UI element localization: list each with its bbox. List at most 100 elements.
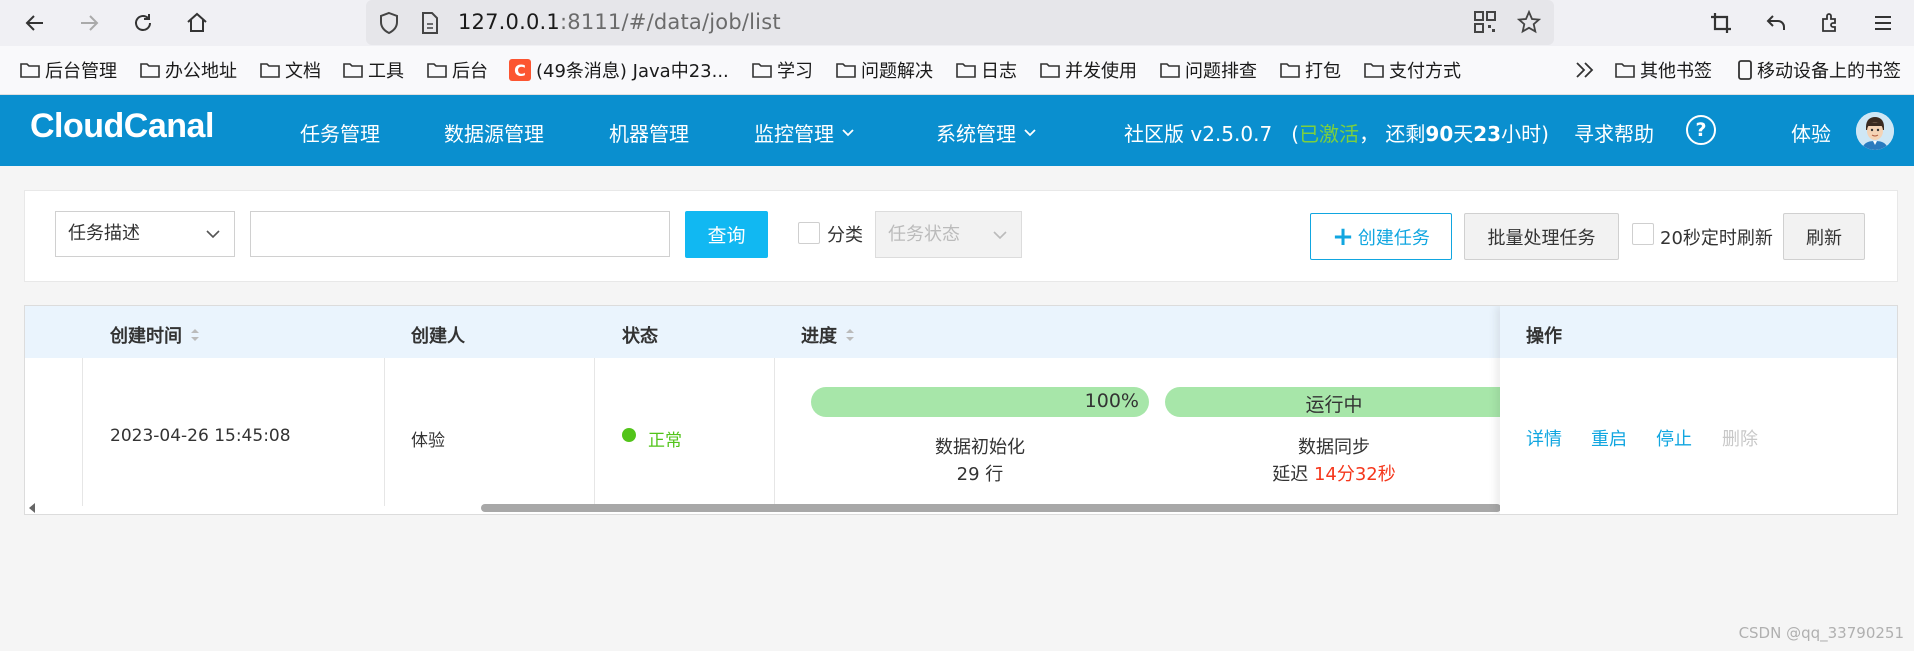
menu-label: 系统管理 xyxy=(936,122,1016,146)
auto-refresh-checkbox[interactable] xyxy=(1632,223,1654,245)
version-text: 社区版 v2.5.0.7 xyxy=(1124,122,1273,146)
column-progress[interactable]: 进度 xyxy=(801,322,855,348)
menu-icon[interactable] xyxy=(1868,8,1898,38)
bookmark-label: 移动设备上的书签 xyxy=(1757,61,1901,82)
bookmark-label: 并发使用 xyxy=(1065,61,1137,82)
column-creator: 创建人 xyxy=(411,322,465,348)
column-divider xyxy=(594,358,595,506)
bookmark-label: 问题解决 xyxy=(861,61,933,82)
sort-icon[interactable] xyxy=(845,327,855,343)
back-icon[interactable] xyxy=(20,8,50,38)
folder-icon xyxy=(1040,63,1060,78)
create-task-label: 创建任务 xyxy=(1357,227,1430,249)
bookmark-item[interactable]: 后台 xyxy=(427,59,488,82)
shield-icon[interactable] xyxy=(378,11,400,39)
bookmark-label: 后台管理 xyxy=(45,61,117,82)
chevron-down-icon xyxy=(993,231,1007,240)
remaining-days: 90 xyxy=(1425,122,1454,146)
menu-system-management[interactable]: 系统管理 xyxy=(936,118,1036,147)
category-checkbox[interactable] xyxy=(798,222,820,244)
folder-icon xyxy=(140,63,160,78)
sort-icon[interactable] xyxy=(190,327,200,343)
url-text[interactable]: 127.0.0.1:8111/#/data/job/list xyxy=(458,10,781,34)
folder-icon xyxy=(1280,63,1300,78)
mobile-bookmarks[interactable]: 移动设备上的书签 xyxy=(1738,59,1901,82)
bookmark-label: 办公地址 xyxy=(165,61,237,82)
folder-icon xyxy=(427,63,447,78)
field-select[interactable]: 任务描述 xyxy=(55,211,235,257)
column-created-time[interactable]: 创建时间 xyxy=(110,322,200,348)
activated-text: 已激活 xyxy=(1299,122,1360,146)
bookmark-label: 支付方式 xyxy=(1389,61,1461,82)
home-icon[interactable] xyxy=(182,8,212,38)
bookmark-item[interactable]: 问题排查 xyxy=(1160,59,1257,82)
bookmark-item[interactable]: 工具 xyxy=(343,59,404,82)
actions-column: 操作 详情 重启 停止 删除 xyxy=(1500,306,1897,514)
extensions-icon[interactable] xyxy=(1815,8,1845,38)
bookmark-item[interactable]: 支付方式 xyxy=(1364,59,1461,82)
page-icon[interactable] xyxy=(420,11,440,39)
other-bookmarks[interactable]: 其他书签 xyxy=(1615,59,1712,82)
star-icon[interactable] xyxy=(1516,9,1542,38)
menu-datasource-management[interactable]: 数据源管理 xyxy=(444,118,544,147)
scrollbar-thumb[interactable] xyxy=(481,504,1501,512)
bookmark-item[interactable]: C (49条消息) Java中23... xyxy=(509,59,729,82)
column-label: 进度 xyxy=(801,326,837,347)
details-link[interactable]: 详情 xyxy=(1526,425,1562,451)
bookmark-item[interactable]: 问题解决 xyxy=(836,59,933,82)
help-link[interactable]: 寻求帮助 xyxy=(1574,118,1654,147)
watermark: CSDN @qq_33790251 xyxy=(1738,624,1904,642)
bookmark-item[interactable]: 后台管理 xyxy=(20,59,117,82)
delay-value: 14分32秒 xyxy=(1313,464,1396,485)
status-select[interactable]: 任务状态 xyxy=(875,211,1022,258)
restart-link[interactable]: 重启 xyxy=(1591,425,1627,451)
chevron-down-icon xyxy=(842,128,854,136)
init-progress-bar: 100% xyxy=(811,387,1149,417)
crop-icon[interactable] xyxy=(1706,8,1736,38)
csdn-icon: C xyxy=(509,59,531,81)
user-name[interactable]: 体验 xyxy=(1791,118,1831,147)
init-label: 数据初始化 xyxy=(935,437,1025,458)
bookmark-item[interactable]: 办公地址 xyxy=(140,59,237,82)
chevron-down-icon xyxy=(206,230,220,239)
bookmark-label: 文档 xyxy=(285,61,321,82)
address-bar[interactable]: 127.0.0.1:8111/#/data/job/list xyxy=(366,0,1554,45)
app-logo[interactable]: CloudCanal xyxy=(30,107,214,146)
help-icon[interactable]: ? xyxy=(1686,115,1716,145)
folder-icon xyxy=(1615,63,1635,78)
reload-icon[interactable] xyxy=(128,8,158,38)
undo-icon[interactable] xyxy=(1761,8,1791,38)
bookmark-item[interactable]: 并发使用 xyxy=(1040,59,1137,82)
query-button[interactable]: 查询 xyxy=(685,211,768,258)
menu-task-management[interactable]: 任务管理 xyxy=(300,118,380,147)
menu-monitoring[interactable]: 监控管理 xyxy=(754,118,854,147)
search-input[interactable] xyxy=(250,211,670,257)
bookmark-item[interactable]: 学习 xyxy=(752,59,813,82)
bookmarks-overflow-icon[interactable] xyxy=(1574,59,1601,81)
bookmark-label: (49条消息) Java中23... xyxy=(536,61,729,82)
folder-icon xyxy=(1160,63,1180,78)
column-label: 操作 xyxy=(1526,326,1562,347)
task-table: 创建时间 创建人 状态 进度 2023-04-26 15:45:08 体验 正常… xyxy=(24,305,1898,515)
license-status: 社区版 v2.5.0.7 (已激活， 还剩90天23小时) xyxy=(1124,118,1549,147)
refresh-button[interactable]: 刷新 xyxy=(1783,213,1865,260)
menu-machine-management[interactable]: 机器管理 xyxy=(609,118,689,147)
status-paren: ( xyxy=(1291,122,1300,146)
avatar[interactable] xyxy=(1856,112,1894,150)
sync-delay: 延迟 14分32秒 xyxy=(1165,460,1503,486)
qr-code-icon[interactable] xyxy=(1474,11,1496,37)
batch-process-button[interactable]: 批量处理任务 xyxy=(1464,213,1619,260)
sync-label: 数据同步 xyxy=(1298,437,1370,458)
forward-icon[interactable] xyxy=(74,8,104,38)
bookmark-label: 日志 xyxy=(981,61,1017,82)
bookmark-item[interactable]: 文档 xyxy=(260,59,321,82)
column-divider xyxy=(774,358,775,506)
folder-icon xyxy=(1364,63,1384,78)
bookmark-item[interactable]: 打包 xyxy=(1280,59,1341,82)
delay-prefix: 延迟 xyxy=(1272,464,1309,485)
scroll-left-icon[interactable] xyxy=(28,503,36,513)
stop-link[interactable]: 停止 xyxy=(1656,425,1692,451)
remaining-text: ， 还剩 xyxy=(1359,122,1426,146)
bookmark-item[interactable]: 日志 xyxy=(956,59,1017,82)
create-task-button[interactable]: + 创建任务 xyxy=(1310,213,1452,260)
